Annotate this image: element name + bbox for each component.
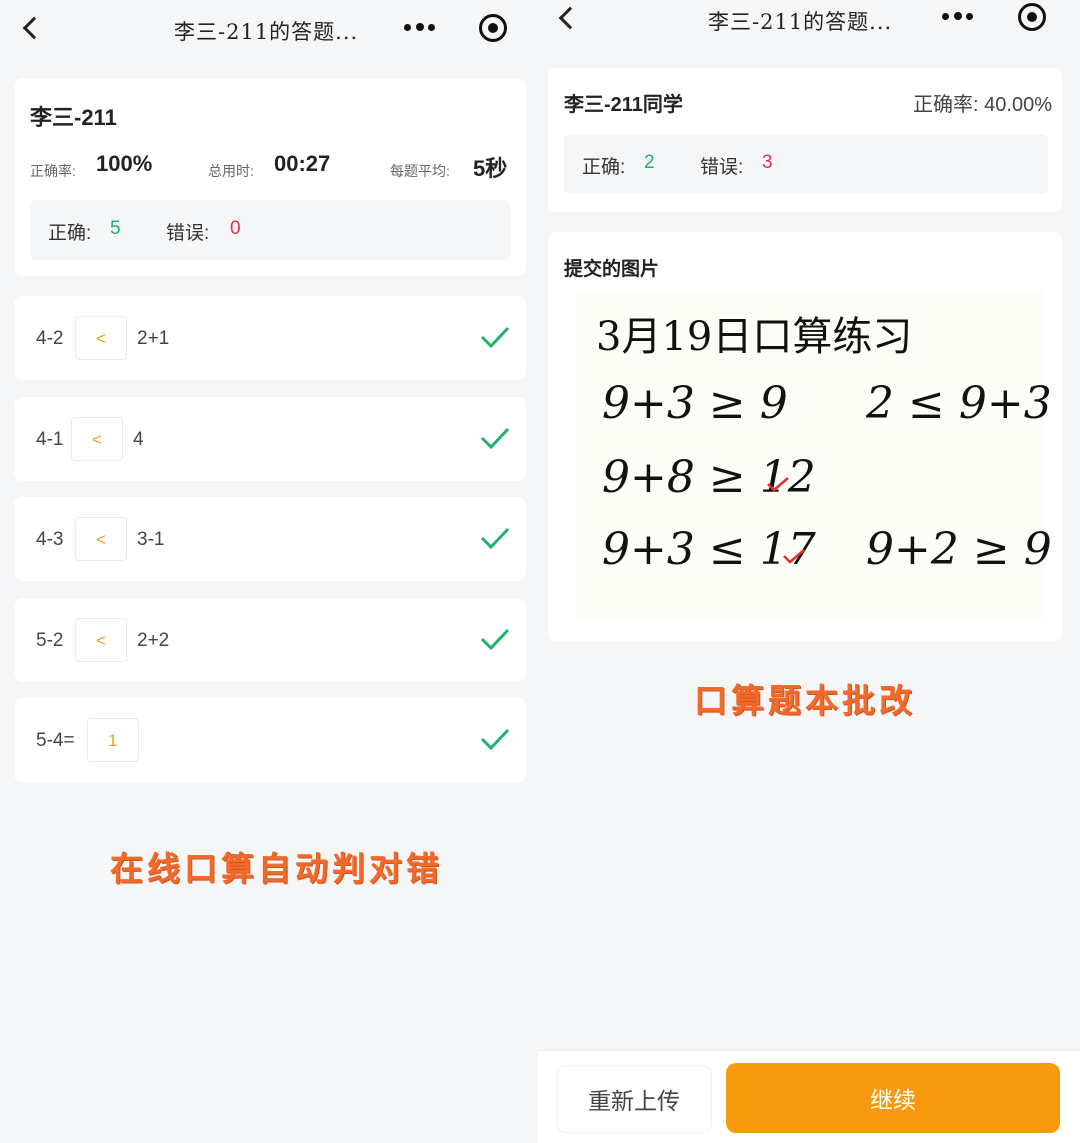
handwritten-line: 2 ≤ 9+3 [866,378,1052,429]
answer-value: < [96,530,106,549]
question-row: 4-3 <3-1 [14,497,526,581]
target-icon[interactable] [479,14,507,42]
total-time-value: 00:27 [274,151,331,176]
checkmark-icon [480,728,510,751]
submitted-image-label: 提交的图片 [564,259,660,280]
answer-box[interactable]: 1 [87,718,139,762]
submitted-homework-photo[interactable]: 3月19日口算练习 9+3 ≥ 9 2 ≤ 9+3 9+8 ≥ 12 9+3 ≤… [576,290,1052,620]
avg-time-value: 5秒 [473,156,508,181]
more-dots-icon[interactable] [940,7,976,27]
chevron-left-icon[interactable] [22,16,46,40]
accuracy-value: 正确率: 40.00% [913,88,1052,117]
answer-box[interactable]: < [75,316,127,360]
question-row: 5-2 <2+2 [14,597,526,682]
answer-box[interactable]: < [75,517,127,561]
handwritten-line: 9+3 ≥ 9 [602,378,788,429]
accuracy-label: 正确率: [913,94,979,116]
question-expression: 4-2 [36,328,64,349]
nav-title: 李三-211的答题... [708,10,893,34]
caption-workbook-grading: 口算题本批改 [694,681,916,720]
question-expression: 5-4= [36,730,75,751]
chevron-left-icon[interactable] [558,6,582,30]
accuracy-value: 100% [96,151,153,176]
summary-card: 李三-211 正确率: 100% 总用时: 00:27 每题平均: 5秒 正确:… [14,78,526,276]
answer-box[interactable]: < [75,617,127,662]
compare-expression: 3-1 [137,529,165,550]
accuracy-label: 正确率: [30,163,76,179]
compare-expression: 4 [133,428,144,450]
checkmark-icon [480,427,510,449]
answer-value: < [92,429,102,449]
nav-bar: 李三-211的答题... [0,0,538,58]
nav-title: 李三-211的答题... [174,20,359,44]
more-dots-icon[interactable] [402,18,438,38]
wrong-label: 错误: [166,223,210,244]
correct-label: 正确: [582,157,626,178]
total-time-label: 总用时: [208,163,254,179]
result-summary-card: 李三-211同学 正确率: 40.00% 正确: 2 错误: 3 [548,68,1062,212]
question-row: 4-2 <2+1 [14,296,526,380]
right-phone-screen: 李三-211的答题... 李三-211同学 正确率: 40.00% 正确: 2 … [538,0,1080,1143]
question-row: 5-4= 1 [14,698,526,782]
answer-value: 1 [108,731,118,750]
correct-count: 2 [644,152,655,173]
wrong-label: 错误: [700,157,744,178]
continue-button[interactable]: 继续 [726,1063,1060,1133]
correct-count: 5 [110,218,121,239]
question-expression: 4-3 [36,529,64,550]
homework-title: 3月19日口算练习 [596,314,913,360]
red-tick-icon [767,477,789,492]
student-name: 李三-211 [30,105,117,130]
question-expression: 4-1 [36,428,64,450]
avg-time-label: 每题平均: [390,163,450,179]
checkmark-icon [480,326,510,349]
bottom-action-bar: 重新上传 继续 [538,1050,1080,1143]
wrong-count: 3 [762,152,773,173]
question-row: 4-1 <4 [14,396,526,481]
answer-value: < [96,329,106,348]
handwritten-line: 9+2 ≥ 9 [866,524,1052,575]
student-label: 李三-211同学 [564,94,683,116]
compare-expression: 2+1 [137,328,170,349]
result-count-box: 正确: 5 错误: 0 [30,200,510,260]
correct-label: 正确: [48,223,92,244]
question-expression: 5-2 [36,629,64,651]
accuracy-percent: 40.00% [984,94,1052,116]
compare-expression: 2+2 [137,629,170,651]
red-tick-icon [783,549,805,564]
answer-box[interactable]: < [71,416,123,461]
checkmark-icon [480,628,510,650]
reupload-button[interactable]: 重新上传 [556,1065,712,1133]
result-count-box: 正确: 2 错误: 3 [564,134,1048,194]
checkmark-icon [480,527,510,550]
wrong-count: 0 [230,218,241,239]
left-phone-screen: 李三-211的答题... 李三-211 正确率: 100% 总用时: 00:27… [0,0,538,1143]
caption-online-auto-grade: 在线口算自动判对错 [110,849,443,888]
target-icon[interactable] [1018,3,1046,31]
nav-bar: 李三-211的答题... [538,0,1080,58]
answer-value: < [96,630,106,650]
